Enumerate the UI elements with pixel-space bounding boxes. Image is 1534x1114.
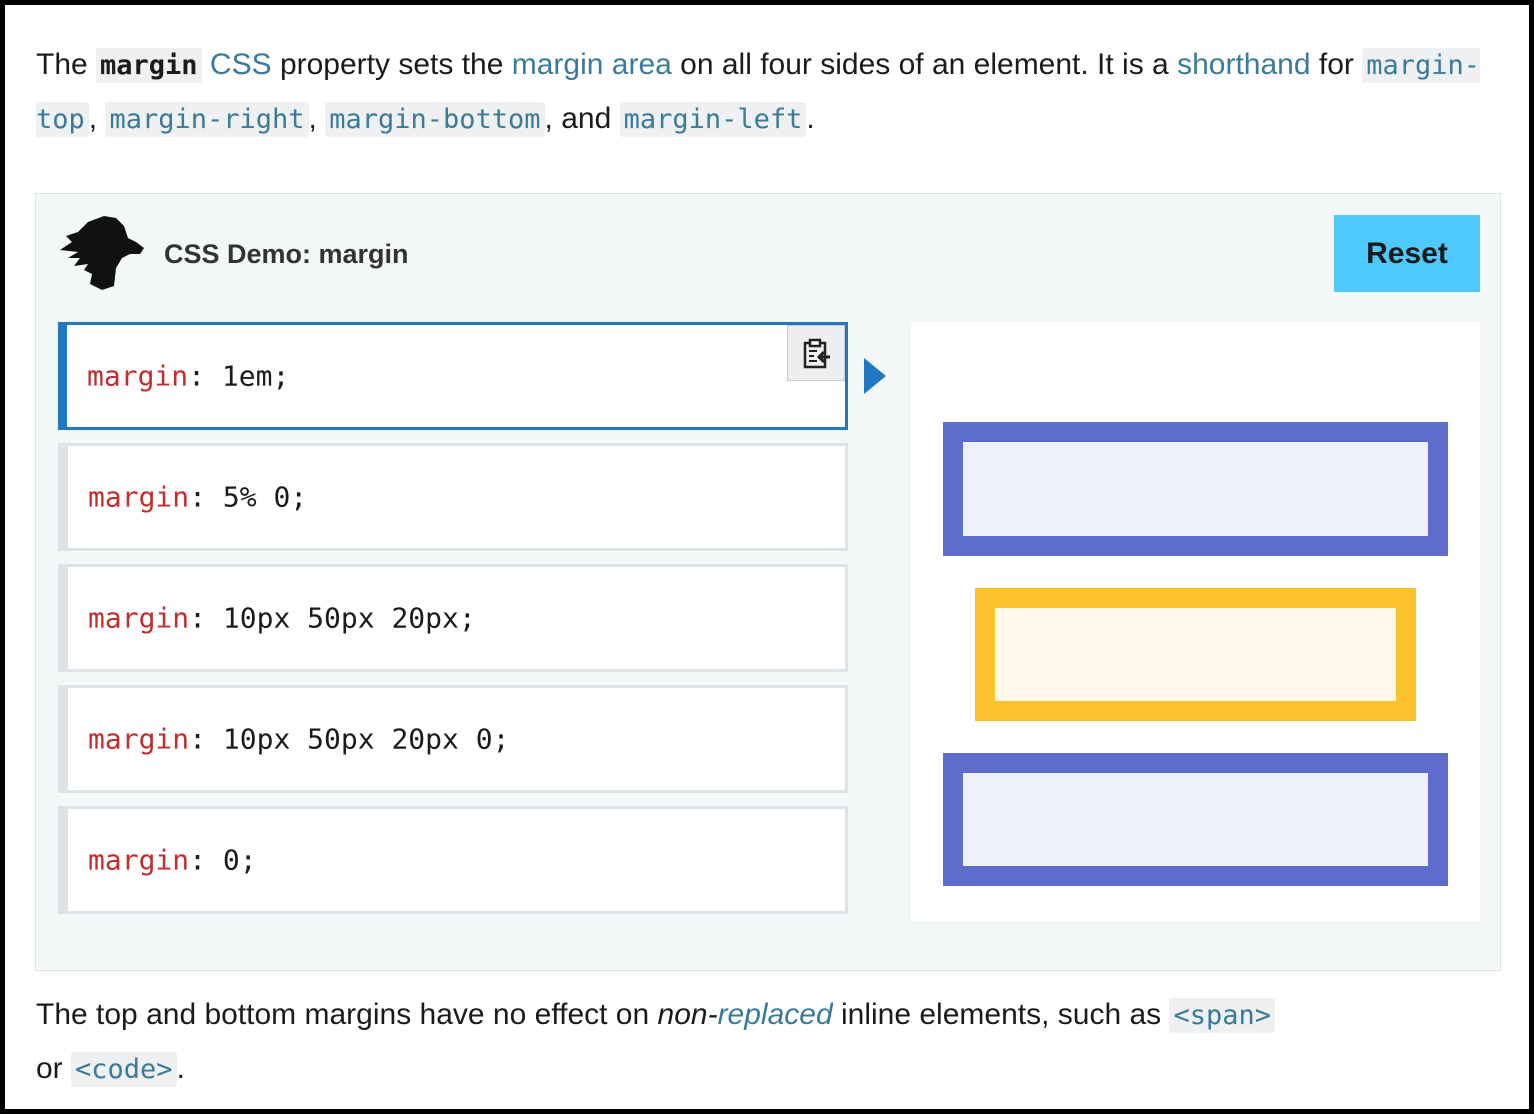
code-margin: margin: [96, 48, 202, 83]
css-property: margin: [88, 843, 190, 877]
choice-code[interactable]: margin: 5% 0;: [88, 481, 307, 514]
copy-to-clipboard-button[interactable]: [787, 325, 845, 381]
choice-code[interactable]: margin: 10px 50px 20px;: [88, 602, 476, 635]
margin-left-link[interactable]: margin-left: [619, 102, 807, 137]
css-value: : 1em;: [188, 359, 290, 393]
css-link[interactable]: CSS: [210, 48, 272, 81]
css-demo-panel: CSS Demo: margin Reset margin: 1em; marg…: [35, 193, 1501, 971]
emphasis-text: non-: [657, 998, 718, 1031]
margin-area-link[interactable]: margin area: [512, 48, 672, 81]
intro-text: ,: [308, 102, 326, 135]
choice-code[interactable]: margin: 10px 50px 20px 0;: [88, 723, 509, 756]
preview-box-bottom: [943, 753, 1448, 886]
choice-margin-1em[interactable]: margin: 1em;: [58, 322, 848, 430]
choice-margin-5pct-0[interactable]: margin: 5% 0;: [58, 443, 848, 551]
intro-text: [202, 48, 210, 81]
clipboard-icon: [803, 338, 830, 369]
choice-code[interactable]: margin: 0;: [88, 844, 257, 877]
intro-text: .: [806, 102, 815, 135]
mdn-dino-logo-icon: [60, 216, 144, 290]
choice-margin-0[interactable]: margin: 0;: [58, 806, 848, 914]
outro-text: or: [36, 1052, 72, 1085]
margin-bottom-link[interactable]: margin-bottom: [325, 102, 545, 137]
replaced-link[interactable]: replaced: [718, 998, 833, 1031]
intro-text: on all four sides of an element. It is a: [671, 48, 1178, 81]
margin-right-link[interactable]: margin-right: [105, 102, 309, 137]
shorthand-link[interactable]: shorthand: [1177, 48, 1310, 81]
choice-margin-10-50-20-0[interactable]: margin: 10px 50px 20px 0;: [58, 685, 848, 793]
css-value: : 10px 50px 20px 0;: [189, 722, 510, 756]
intro-text: for: [1310, 48, 1363, 81]
outro-paragraph: The top and bottom margins have no effec…: [36, 988, 1496, 1096]
intro-text: , and: [544, 102, 620, 135]
css-property: margin: [88, 601, 190, 635]
preview-box-top: [943, 422, 1448, 556]
selected-arrow-icon: [864, 358, 886, 394]
span-element-link[interactable]: <span>: [1169, 998, 1276, 1033]
css-value: : 0;: [189, 843, 257, 877]
css-value: : 5% 0;: [189, 480, 308, 514]
intro-text: property sets the: [271, 48, 512, 81]
reset-button[interactable]: Reset: [1334, 215, 1480, 292]
outro-text: The top and bottom margins have no effec…: [36, 998, 658, 1031]
preview-box-middle: [975, 588, 1416, 721]
code-element-link[interactable]: <code>: [71, 1052, 177, 1087]
output-preview: [911, 322, 1480, 921]
outro-text: .: [176, 1052, 185, 1085]
css-property: margin: [88, 480, 190, 514]
choice-margin-10-50-20[interactable]: margin: 10px 50px 20px;: [58, 564, 848, 672]
intro-text: The: [36, 48, 97, 81]
css-property: margin: [87, 359, 189, 393]
demo-title: CSS Demo: margin: [164, 239, 409, 269]
choice-code[interactable]: margin: 1em;: [87, 360, 289, 393]
css-value: : 10px 50px 20px;: [189, 601, 476, 635]
intro-paragraph: The margin CSS property sets the margin …: [36, 38, 1496, 146]
outro-text: inline elements, such as: [832, 998, 1170, 1031]
intro-text: ,: [88, 102, 106, 135]
css-property: margin: [88, 722, 190, 756]
choice-list: margin: 1em; margin: 5% 0; margin: 10px …: [58, 322, 848, 927]
